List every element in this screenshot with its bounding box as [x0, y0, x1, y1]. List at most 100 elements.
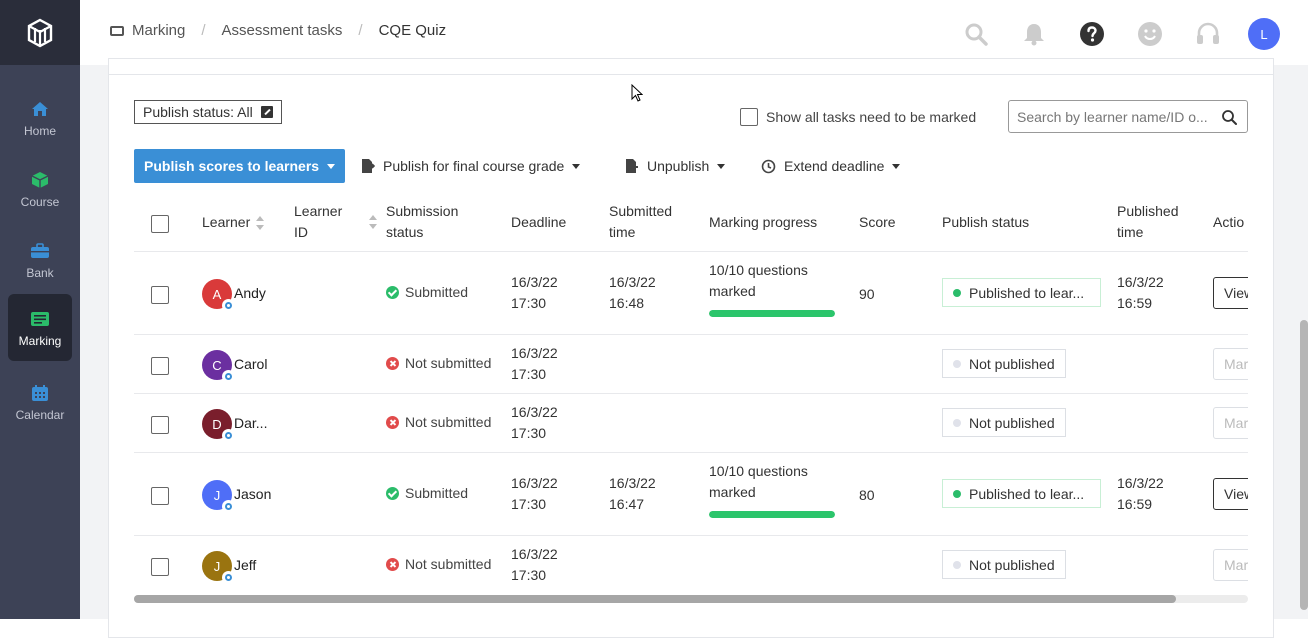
user-avatar[interactable]: L	[1248, 18, 1280, 50]
deadline-date: 16/3/22	[511, 404, 558, 420]
bell-icon[interactable]	[1016, 16, 1052, 52]
row-divider	[134, 393, 1248, 394]
nav-item-marking[interactable]: Marking	[8, 294, 72, 361]
submitted-time: 16:47	[609, 496, 645, 512]
submission-status: Submitted	[386, 485, 468, 501]
view-button[interactable]: View	[1213, 478, 1253, 510]
header-submitted-time: Submitted time	[609, 201, 672, 243]
mark-button[interactable]: Mark	[1213, 407, 1253, 439]
check-circle-icon	[386, 285, 399, 299]
calendar-icon	[29, 382, 51, 404]
learner-name[interactable]: Jeff	[234, 557, 256, 573]
learner-name[interactable]: Carol	[234, 356, 267, 372]
home-icon	[29, 98, 51, 120]
breadcrumb-assessment-tasks[interactable]: Assessment tasks	[222, 22, 343, 39]
header-learner-id[interactable]: Learner ID	[294, 201, 342, 243]
progress-line: marked	[709, 484, 756, 500]
search-icon[interactable]	[1221, 109, 1237, 128]
progress-fill	[709, 511, 835, 518]
learner-search-input[interactable]: Search by learner name/ID o...	[1008, 100, 1248, 133]
edit-icon	[260, 106, 273, 118]
status-dot	[953, 288, 961, 297]
avatar: J	[202, 480, 235, 513]
unpublish-button[interactable]: Unpublish	[625, 149, 726, 183]
table-clip	[1248, 195, 1273, 595]
show-all-checkbox[interactable]	[740, 108, 758, 126]
deadline-date: 16/3/22	[511, 475, 558, 491]
breadcrumb-marking[interactable]: Marking	[132, 22, 185, 39]
row-divider	[134, 535, 1248, 536]
top-bar: Marking / Assessment tasks / CQE Quiz L	[80, 0, 1308, 65]
select-all-checkbox[interactable]	[151, 215, 169, 233]
nav-item-bank[interactable]: Bank	[8, 226, 72, 293]
deadline-date: 16/3/22	[511, 345, 558, 361]
marking-progress-bar	[709, 511, 835, 518]
header-label-line: ID	[294, 224, 308, 240]
submission-status: Not submitted	[386, 355, 491, 371]
nav-item-calendar[interactable]: Calendar	[8, 368, 72, 435]
row-divider	[134, 452, 1248, 453]
avatar-initial: A	[212, 286, 222, 302]
nav-label: Home	[23, 123, 56, 138]
learner-name[interactable]: Dar...	[234, 415, 267, 431]
score: 90	[859, 286, 875, 302]
check-circle-icon	[386, 486, 399, 500]
mark-button[interactable]: Mark	[1213, 348, 1253, 380]
status-text: Submitted	[405, 284, 469, 300]
marking-icon	[29, 308, 51, 330]
deadline-time: 17:30	[511, 366, 547, 382]
x-circle-icon	[386, 415, 399, 429]
status-text: Not submitted	[405, 556, 492, 572]
show-all-tasks-toggle[interactable]: Show all tasks need to be marked	[740, 108, 976, 126]
header-label-line: Submitted	[609, 203, 673, 219]
nav-item-home[interactable]: Home	[8, 84, 72, 151]
smiley-icon[interactable]	[1132, 16, 1168, 52]
header-learner[interactable]: Learner	[202, 212, 265, 233]
sort-icon[interactable]	[369, 215, 377, 229]
search-icon[interactable]	[958, 16, 994, 52]
publish-scores-button[interactable]: Publish scores to learners	[134, 149, 346, 183]
mark-button[interactable]: Mark	[1213, 549, 1253, 581]
row-checkbox[interactable]	[151, 487, 169, 505]
avatar: A	[202, 279, 235, 312]
avatar: C	[202, 350, 235, 383]
sort-icon[interactable]	[256, 216, 265, 231]
x-circle-icon	[386, 356, 399, 370]
status-dot	[953, 560, 961, 569]
publish-status-text: Not published	[969, 414, 1055, 431]
scrollbar-thumb[interactable]	[134, 595, 1176, 603]
publish-final-grade-button[interactable]: Publish for final course grade	[361, 149, 581, 183]
row-checkbox[interactable]	[151, 286, 169, 304]
status-text: Not submitted	[405, 414, 492, 430]
marking-progress-text: 10/10 questions marked	[709, 461, 808, 503]
marking-progress-bar	[709, 310, 835, 317]
chevron-down-icon	[572, 163, 581, 169]
help-icon[interactable]	[1074, 16, 1110, 52]
horizontal-scrollbar[interactable]	[134, 595, 1248, 603]
published-date: 16/3/22	[1117, 274, 1164, 290]
avatar-initial: J	[213, 487, 221, 503]
view-button[interactable]: View	[1213, 277, 1253, 309]
unpublish-label: Unpublish	[647, 158, 710, 174]
extend-deadline-button[interactable]: Extend deadline	[761, 149, 901, 183]
tasks-panel	[108, 58, 1274, 638]
deadline-cell: 16/3/22 17:30	[511, 272, 558, 314]
nav-item-course[interactable]: Course	[8, 155, 72, 222]
row-checkbox[interactable]	[151, 357, 169, 375]
vertical-scrollbar[interactable]	[1300, 320, 1308, 610]
progress-line: 10/10 questions	[709, 262, 808, 278]
app-logo[interactable]	[0, 0, 80, 65]
headset-icon[interactable]	[1190, 16, 1226, 52]
nav-label: Marking	[18, 333, 62, 348]
nav-label: Bank	[26, 265, 54, 280]
publish-status-text: Published to lear...	[969, 485, 1085, 502]
row-checkbox[interactable]	[151, 416, 169, 434]
header-label-line: status	[386, 224, 424, 240]
avatar-initial: C	[212, 357, 222, 373]
publish-status-filter[interactable]: Publish status: All	[134, 100, 282, 124]
status-dot	[953, 418, 961, 427]
learner-name[interactable]: Andy	[234, 285, 266, 301]
deadline-cell: 16/3/22 17:30	[511, 544, 558, 586]
learner-name[interactable]: Jason	[234, 486, 271, 502]
row-checkbox[interactable]	[151, 558, 169, 576]
